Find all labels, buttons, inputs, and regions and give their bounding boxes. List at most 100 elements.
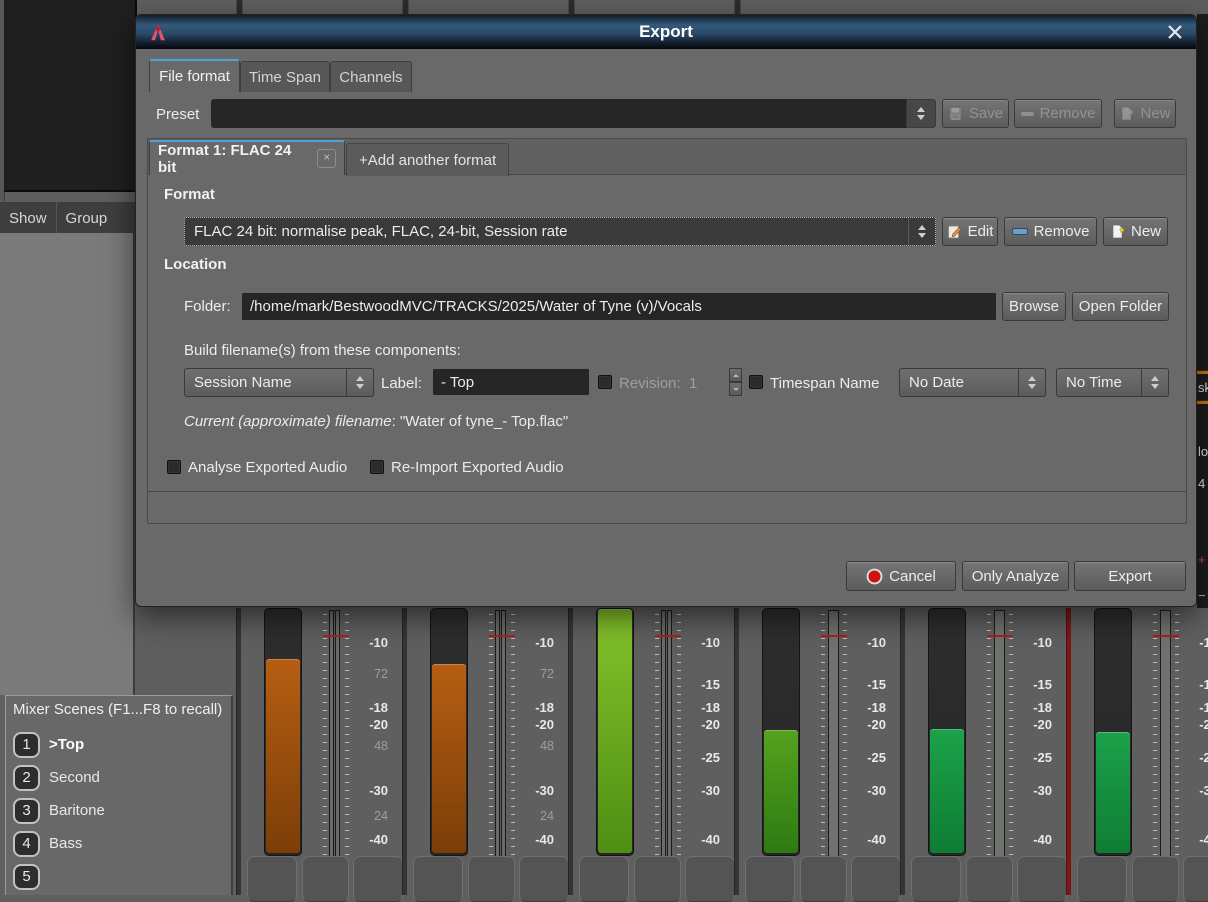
session-name-combo[interactable]: Session Name [184, 368, 374, 397]
close-icon[interactable] [1162, 20, 1188, 44]
fader-track[interactable] [596, 608, 634, 856]
export-button[interactable]: Export [1074, 561, 1186, 591]
meter-ticks-left [489, 614, 493, 888]
tab-channels[interactable]: Channels [330, 61, 412, 92]
strip-bottom-button[interactable] [1132, 856, 1179, 902]
format-remove-button[interactable]: Remove [1004, 217, 1097, 246]
meter-scale-label: -20 [1170, 717, 1208, 732]
timespan-checkbox[interactable] [749, 375, 763, 389]
strip-bottom-button[interactable] [634, 856, 681, 902]
fader-fill[interactable] [432, 664, 466, 853]
format-new-button[interactable]: New [1103, 217, 1168, 246]
browse-button[interactable]: Browse [1002, 292, 1066, 321]
meter-scale-label: -20 [506, 717, 554, 732]
time-format-value: No Time [1057, 374, 1141, 391]
edge-text-fragment: sk [1198, 380, 1208, 395]
meter-scale-label: -18 [1004, 700, 1052, 715]
strip-bottom-button[interactable] [1077, 856, 1127, 902]
strip-bottom-button[interactable] [413, 856, 463, 902]
only-analyze-button[interactable]: Only Analyze [962, 561, 1069, 591]
meter-scale-label: -15 [1170, 677, 1208, 692]
strip-bottom-button[interactable] [745, 856, 795, 902]
edge-text-fragment: lo [1198, 444, 1208, 459]
meter-scale-label: -18 [1170, 700, 1208, 715]
fader-fill[interactable] [598, 609, 632, 853]
strip-bottom-button[interactable] [685, 856, 735, 902]
format-combo[interactable]: FLAC 24 bit: normalise peak, FLAC, 24-bi… [184, 217, 936, 246]
show-column-header[interactable]: Show [0, 202, 56, 234]
meter-scale-label: 24 [340, 809, 388, 823]
meter-scale-label: -10 [838, 635, 886, 650]
strip-separator [236, 0, 243, 14]
meter-scale-label: -10 [340, 635, 388, 650]
strip-bottom-button[interactable] [911, 856, 961, 902]
meter-scale-label: -30 [838, 783, 886, 798]
date-format-combo[interactable]: No Date [899, 368, 1046, 397]
fader-track[interactable] [762, 608, 800, 856]
spinner-up-icon [729, 368, 742, 382]
format-tab-close-icon[interactable]: × [317, 149, 336, 168]
new-document-icon [1110, 224, 1125, 239]
tab-format-1[interactable]: Format 1: FLAC 24 bit × [149, 140, 345, 175]
meter-ticks-left [655, 614, 659, 888]
strip-bottom-button[interactable] [966, 856, 1013, 902]
meter-scale-label: -20 [672, 717, 720, 732]
folder-label: Folder: [184, 298, 231, 315]
tab-file-format[interactable]: File format [149, 59, 240, 92]
edge-orange-line [1197, 370, 1208, 374]
fader-track[interactable] [928, 608, 966, 856]
dialog-titlebar[interactable]: Export [136, 15, 1196, 49]
current-filename-separator: : [392, 413, 400, 430]
preset-save-button[interactable]: Save [942, 99, 1009, 128]
meter-scale-label: 72 [506, 667, 554, 681]
strip-bottom-button[interactable] [1183, 856, 1208, 902]
strip-bottom-button[interactable] [247, 856, 297, 902]
strip-bottom-button[interactable] [353, 856, 403, 902]
cancel-button[interactable]: Cancel [846, 561, 956, 591]
meter-scale-label: 48 [506, 739, 554, 753]
add-format-tab[interactable]: +Add another format [346, 143, 509, 176]
reimport-checkbox[interactable] [370, 460, 384, 474]
strip-bottom-button[interactable] [519, 856, 569, 902]
fader-fill[interactable] [266, 659, 300, 853]
meter-bar [661, 610, 666, 860]
label-input[interactable]: - Top [433, 369, 589, 395]
revision-spinner[interactable] [729, 368, 742, 396]
preset-new-button[interactable]: New [1114, 99, 1176, 128]
meter-scale-label: -25 [1170, 750, 1208, 765]
group-column-header[interactable]: Group [56, 202, 117, 234]
tab-time-span[interactable]: Time Span [240, 61, 330, 92]
analyse-checkbox[interactable] [167, 460, 181, 474]
strip-bottom-button[interactable] [1017, 856, 1067, 902]
session-name-value: Session Name [185, 374, 346, 391]
meter-scale-label: -10 [672, 635, 720, 650]
strip-bottom-button[interactable] [302, 856, 349, 902]
strip-bottom-button[interactable] [468, 856, 515, 902]
revision-checkbox[interactable] [598, 375, 612, 389]
fader-track[interactable] [430, 608, 468, 856]
meter-scale-label: -30 [340, 783, 388, 798]
preset-combo-spinner[interactable] [906, 99, 936, 128]
meter-ticks-left [323, 614, 327, 888]
preset-remove-button[interactable]: Remove [1014, 99, 1102, 128]
strip-separator [568, 0, 575, 14]
preset-input[interactable] [211, 99, 907, 128]
fader-fill[interactable] [1096, 732, 1130, 853]
strip-bottom-button[interactable] [851, 856, 901, 902]
open-folder-button[interactable]: Open Folder [1072, 292, 1169, 321]
time-format-combo[interactable]: No Time [1056, 368, 1169, 397]
format-new-label: New [1131, 223, 1161, 240]
folder-input[interactable]: /home/mark/BestwoodMVC/TRACKS/2025/Water… [242, 293, 996, 320]
strip-bottom-button[interactable] [800, 856, 847, 902]
strip-separator [900, 608, 905, 895]
fader-track[interactable] [1094, 608, 1132, 856]
strip-bottom-button[interactable] [579, 856, 629, 902]
fader-fill[interactable] [764, 730, 798, 853]
fader-fill[interactable] [930, 729, 964, 853]
fader-track[interactable] [264, 608, 302, 856]
meter-scale-label: -15 [1004, 677, 1052, 692]
meter-scale-label: -18 [506, 700, 554, 715]
format-edit-button[interactable]: Edit [942, 217, 998, 246]
meter-scale-label: -18 [672, 700, 720, 715]
right-edge-strip-sliver: sklo4+− [1197, 14, 1208, 608]
